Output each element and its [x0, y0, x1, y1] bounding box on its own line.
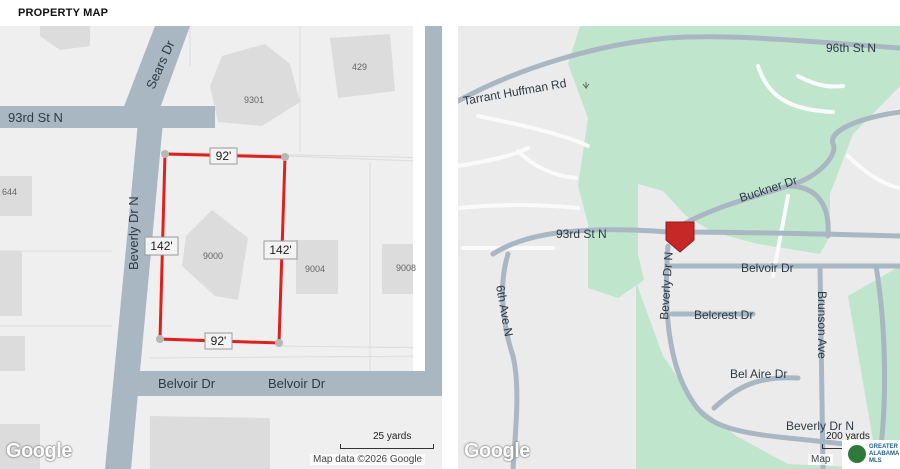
map-attribution[interactable]: Map data ©2026 Google: [310, 454, 426, 465]
map-divider: [442, 26, 458, 469]
buildings: [0, 26, 428, 469]
street-label: Belvoir Dr: [268, 376, 326, 391]
road-label: Tarrant Huffman Rd: [462, 76, 567, 108]
street-label: Belvoir Dr: [158, 376, 216, 391]
street-label: Beverly Dr N: [126, 196, 141, 270]
dimension-label-right: 142': [263, 240, 298, 260]
parcel-number: 9004: [305, 264, 325, 274]
green-areas: [568, 26, 900, 469]
road-label: 93rd St N: [556, 227, 607, 241]
area-map[interactable]: 96th St N Tarrant Huffman Rd Buckner Dr …: [458, 26, 900, 469]
mls-badge: GREATER ALABAMA MLS: [842, 440, 900, 469]
scale-bar: [340, 444, 434, 449]
header: PROPERTY MAP: [0, 0, 900, 27]
parcel-number: 9008: [396, 263, 416, 273]
dimension-label-top: 92': [209, 147, 238, 165]
parcel-number: 9000: [203, 251, 223, 261]
road-label: 6th Ave N: [493, 284, 516, 337]
mls-badge-text: GREATER ALABAMA MLS: [869, 444, 900, 464]
svg-text:142': 142': [150, 239, 172, 253]
page-title: PROPERTY MAP: [18, 7, 109, 19]
parcel-map-canvas: 93rd St N Sears Dr Beverly Dr N Belvoir …: [0, 26, 442, 469]
area-map-canvas: 96th St N Tarrant Huffman Rd Buckner Dr …: [458, 26, 900, 469]
road-label: Belcrest Dr: [694, 308, 753, 322]
parcel-number: 9301: [244, 95, 264, 105]
svg-text:142': 142': [269, 243, 291, 257]
parcel-number: 429: [352, 62, 367, 72]
map-attribution[interactable]: Map: [808, 454, 834, 465]
google-logo: Google: [464, 440, 530, 462]
svg-text:92': 92': [216, 149, 232, 163]
parcel-map[interactable]: 93rd St N Sears Dr Beverly Dr N Belvoir …: [0, 26, 442, 469]
road-label: 96th St N: [826, 41, 876, 55]
street-label: 93rd St N: [8, 110, 63, 125]
roads-highlight: [413, 26, 425, 371]
road-label: Brunson Ave: [815, 291, 829, 359]
road-label: Beverly Dr N: [657, 251, 676, 320]
road-label: Bel Aire Dr: [730, 367, 787, 381]
road-label: Belvoir Dr: [741, 261, 794, 275]
parcel-number: 644: [2, 187, 17, 197]
dimension-label-bottom: 92': [204, 332, 233, 350]
dimension-label-left: 142': [144, 236, 179, 256]
scale-label: 25 yards: [373, 431, 412, 442]
svg-text:92': 92': [211, 334, 227, 348]
mls-logo-icon: [848, 445, 866, 463]
google-logo: Google: [6, 440, 72, 462]
